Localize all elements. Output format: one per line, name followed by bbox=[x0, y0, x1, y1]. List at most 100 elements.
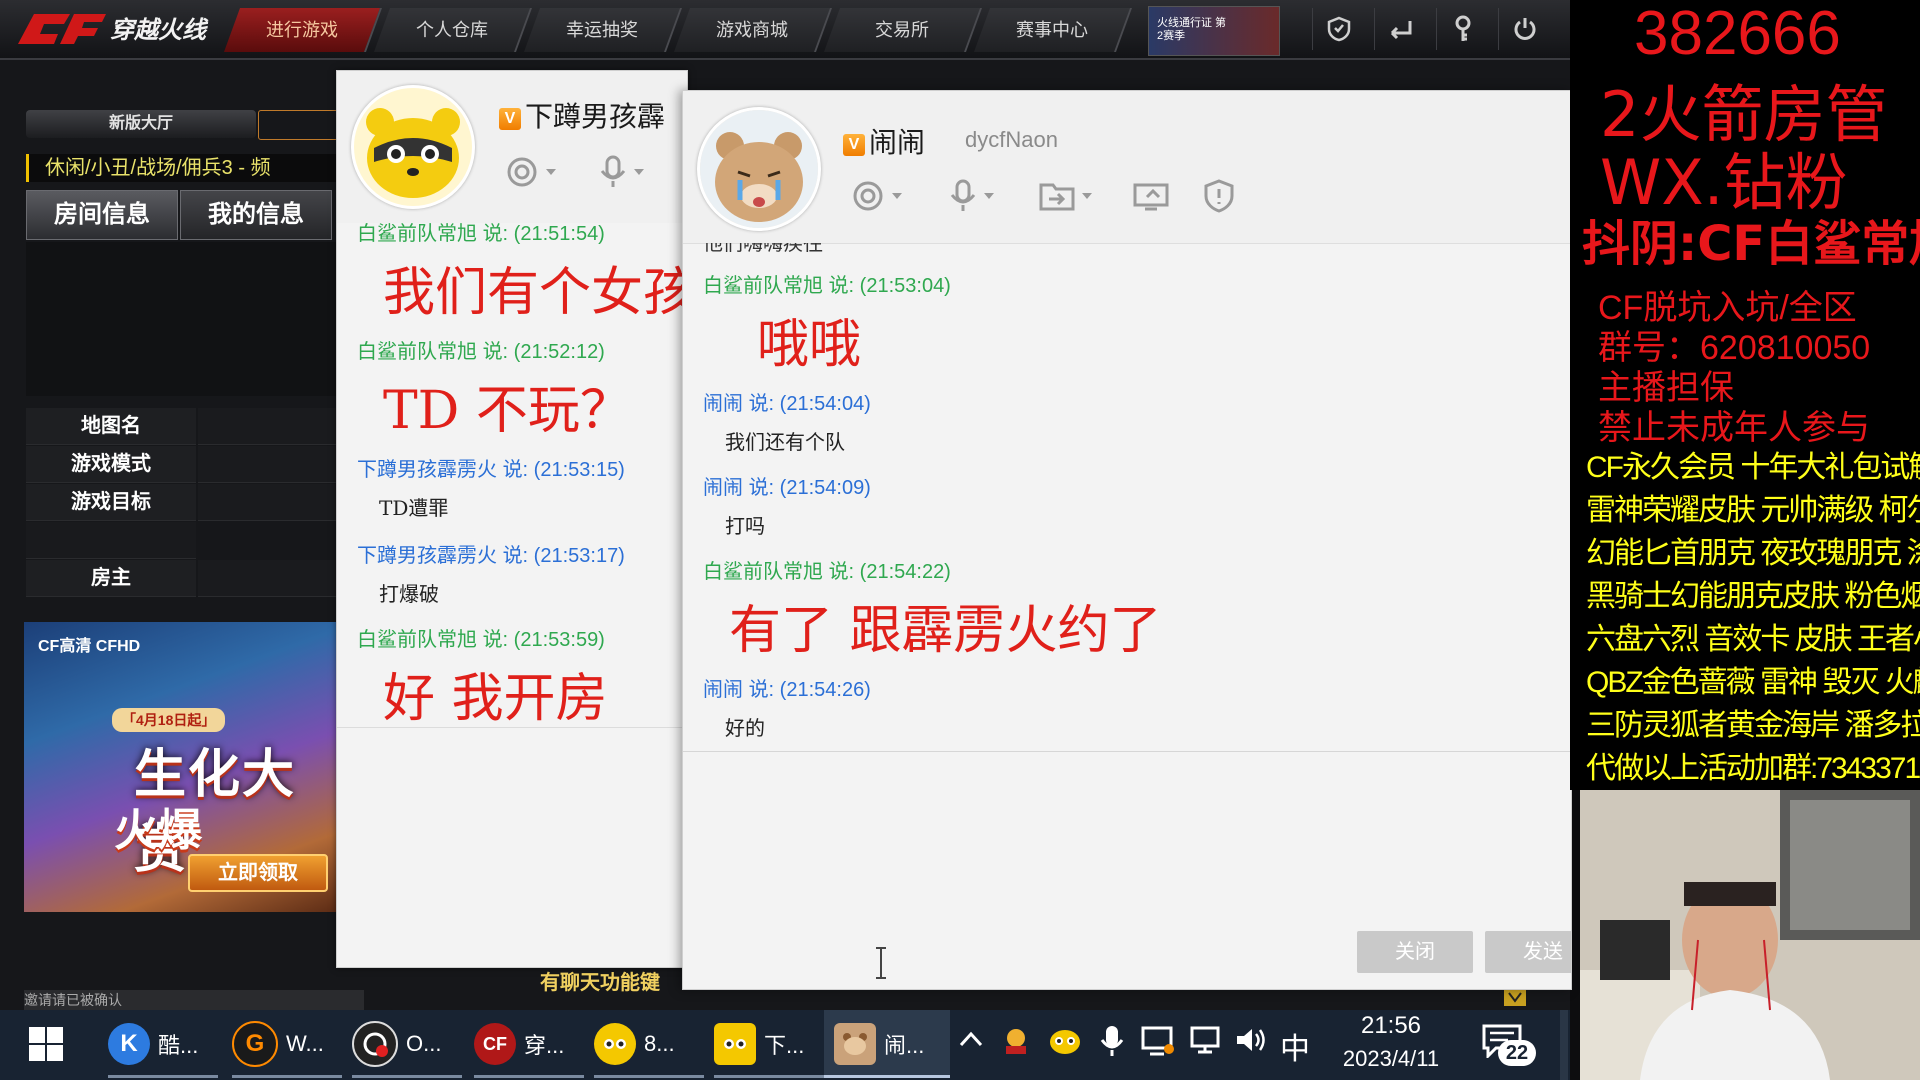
taskbar-clock[interactable]: 21:56 2023/4/11 bbox=[1336, 1012, 1446, 1072]
taskbar-app-label: 下... bbox=[764, 1033, 805, 1058]
qq-chat-window-back[interactable]: V 下蹲男孩霹 白鲨前队常旭 说: (21:51:54) 我们有个女孩 白鲨前队常… bbox=[336, 70, 688, 968]
kugou-icon: K bbox=[108, 1023, 150, 1065]
message-body: TD遭罪 bbox=[379, 496, 449, 520]
nav-tab-lottery[interactable]: 幸运抽奖 bbox=[523, 8, 683, 52]
message-list[interactable]: 白鲨前队常旭 说: (21:51:54) 我们有个女孩 白鲨前队常旭 说: (2… bbox=[337, 223, 687, 813]
bear-avatar-icon bbox=[700, 110, 818, 228]
contact-name-text: 闹闹 bbox=[869, 127, 926, 158]
info-value-mode bbox=[198, 446, 348, 483]
key-icon[interactable] bbox=[1436, 8, 1489, 50]
nav-tab-label: 进行游戏 bbox=[266, 20, 338, 40]
tab-room-info[interactable]: 房间信息 bbox=[26, 190, 178, 240]
message-header: 白鲨前队常旭 说: (21:53:59) bbox=[357, 629, 605, 651]
banner-date-tag: 「4月18日起」 bbox=[112, 708, 226, 732]
overlay-promo-line: 幻能匕首朋克 夜玫瑰朋克 涂鸦 bbox=[1586, 537, 1920, 570]
qq-raccoon-icon bbox=[594, 1023, 636, 1065]
qq-chat-window-front[interactable]: V 闹闹 dycfNaon 他们嗨嗨疾往 白鲨前队常旭 说: (21:53:04)… bbox=[682, 90, 1572, 990]
taskbar-app-wegame[interactable]: G W... bbox=[232, 1010, 342, 1078]
nav-tab-play[interactable]: 进行游戏 bbox=[223, 8, 383, 52]
lobby-header[interactable]: 新版大厅 bbox=[26, 110, 256, 138]
info-value-map bbox=[198, 408, 348, 445]
message-body: 好 我开房 bbox=[383, 669, 608, 729]
crossfire-logo: 穿越火线 bbox=[18, 14, 209, 44]
ime-indicator[interactable]: 中 bbox=[1280, 1024, 1310, 1068]
shield-icon[interactable] bbox=[1312, 8, 1365, 50]
taskbar-app-label: 酷... bbox=[158, 1033, 199, 1058]
contact-avatar[interactable] bbox=[351, 85, 475, 209]
message-body: 有了 跟霹雳火约了 bbox=[729, 601, 1162, 661]
tray-microphone-icon[interactable] bbox=[1100, 1024, 1124, 1063]
notification-count-badge: 22 bbox=[1498, 1040, 1536, 1066]
message-header: 白鲨前队常旭 说: (21:51:54) bbox=[357, 223, 605, 245]
tray-display-icon[interactable] bbox=[1140, 1024, 1176, 1063]
info-value-host bbox=[198, 560, 348, 597]
message: 白鲨前队常旭 说: (21:53:04) 哦哦 bbox=[703, 269, 951, 377]
nav-tab-label: 个人仓库 bbox=[416, 20, 488, 40]
message-body: 我们有个女孩 bbox=[383, 263, 687, 323]
obs-icon bbox=[352, 1021, 398, 1067]
tray-network-icon[interactable] bbox=[1188, 1024, 1222, 1061]
taskbar-app-label: 8... bbox=[644, 1031, 675, 1056]
info-value-goal bbox=[198, 484, 348, 521]
send-file-icon[interactable] bbox=[1039, 181, 1093, 211]
nav-tab-events[interactable]: 赛事中心 bbox=[973, 8, 1133, 52]
contact-name: V 下蹲男孩霹 bbox=[499, 95, 665, 135]
microphone-icon[interactable] bbox=[599, 155, 645, 189]
overlay-promo-line: CF永久会员 十年大礼包试解 bbox=[1586, 451, 1920, 484]
svg-text:穿越火线: 穿越火线 bbox=[110, 17, 209, 44]
battle-pass-banner[interactable]: 火线通行证 第2赛季 bbox=[1148, 6, 1280, 56]
message-body: TD 不玩？ bbox=[383, 381, 632, 441]
nav-tab-shop[interactable]: 游戏商城 bbox=[673, 8, 833, 52]
voice-call-icon[interactable] bbox=[851, 179, 903, 213]
nav-tab-exchange[interactable]: 交易所 bbox=[823, 8, 983, 52]
message-header: 白鲨前队常旭 说: (21:54:22) bbox=[703, 561, 951, 583]
message-header: 闹闹 说: (21:54:09) bbox=[703, 477, 871, 499]
tray-chevron-up-icon[interactable] bbox=[958, 1028, 984, 1055]
tray-qq-raccoon-icon[interactable] bbox=[1048, 1024, 1082, 1061]
info-label-goal: 游戏目标 bbox=[26, 484, 196, 521]
taskbar-app-crossfire[interactable]: CF 穿... bbox=[474, 1010, 584, 1078]
overlay-line-4: 抖阴:CF白鲨常旭 bbox=[1582, 216, 1920, 272]
bottom-tip-bar: 邀请请已被确认 bbox=[24, 990, 364, 1010]
tray-app-icon[interactable] bbox=[1000, 1024, 1032, 1061]
info-spacer bbox=[26, 522, 196, 559]
nav-tab-label: 幸运抽奖 bbox=[566, 20, 638, 40]
message-body: 好的 bbox=[725, 716, 765, 740]
tray-volume-icon[interactable] bbox=[1234, 1024, 1268, 1061]
send-button[interactable]: 发送 bbox=[1485, 931, 1571, 973]
power-icon[interactable] bbox=[1498, 8, 1551, 50]
taskbar-app-kugou[interactable]: K 酷... bbox=[108, 1010, 218, 1078]
taskbar-app-qq-1[interactable]: 8... bbox=[594, 1010, 704, 1078]
remote-desktop-icon[interactable] bbox=[1133, 181, 1169, 211]
overlay-promo-line: 六盘六烈 音效卡 皮肤 王者小乔 bbox=[1586, 623, 1920, 656]
return-icon[interactable] bbox=[1374, 8, 1427, 50]
event-banner[interactable]: CF高清 CFHD 「4月18日起」 生化大赏 火爆 立即领取 bbox=[24, 622, 344, 912]
qq-raccoon-icon bbox=[714, 1023, 756, 1065]
contact-avatar[interactable] bbox=[697, 107, 821, 231]
message-header: 白鲨前队常旭 说: (21:52:12) bbox=[357, 341, 605, 363]
info-label-map: 地图名 bbox=[26, 408, 196, 445]
nav-tab-label: 游戏商城 bbox=[716, 20, 788, 40]
show-desktop-strip[interactable] bbox=[1560, 1010, 1568, 1080]
taskbar-app-obs[interactable]: O... bbox=[352, 1010, 462, 1078]
overlay-promo-line: QBZ金色蔷薇 雷神 毁灭 火麒麟 bbox=[1586, 666, 1920, 699]
security-shield-icon[interactable] bbox=[1203, 179, 1235, 213]
message: 白鲨前队常旭 说: (21:51:54) 我们有个女孩 bbox=[357, 223, 687, 325]
tab-my-info[interactable]: 我的信息 bbox=[180, 190, 332, 240]
taskbar-app-qq-2[interactable]: 下... bbox=[714, 1010, 824, 1078]
overlay-promo-line: 雷神荣耀皮肤 元帅满级 柯尔特 bbox=[1586, 494, 1920, 527]
taskbar-app-qq-3-active[interactable]: 闹... bbox=[824, 1010, 950, 1078]
message-body: 打吗 bbox=[725, 514, 765, 538]
clock-date: 2023/4/11 bbox=[1342, 1046, 1440, 1071]
info-label-mode: 游戏模式 bbox=[26, 446, 196, 483]
microphone-icon[interactable] bbox=[949, 179, 995, 213]
windows-start-icon[interactable] bbox=[28, 1026, 64, 1067]
message-input-area[interactable]: A bbox=[337, 727, 687, 967]
voice-call-icon[interactable] bbox=[505, 155, 557, 189]
banner-claim-button[interactable]: 立即领取 bbox=[188, 854, 328, 892]
message: 白鲨前队常旭 说: (21:54:22) 有了 跟霹雳火约了 bbox=[703, 555, 1162, 663]
nav-tab-warehouse[interactable]: 个人仓库 bbox=[373, 8, 533, 52]
close-button[interactable]: 关闭 bbox=[1357, 931, 1473, 973]
nav-tab-label: 交易所 bbox=[875, 20, 929, 40]
dropdown-arrow-icon[interactable] bbox=[1504, 988, 1526, 1006]
